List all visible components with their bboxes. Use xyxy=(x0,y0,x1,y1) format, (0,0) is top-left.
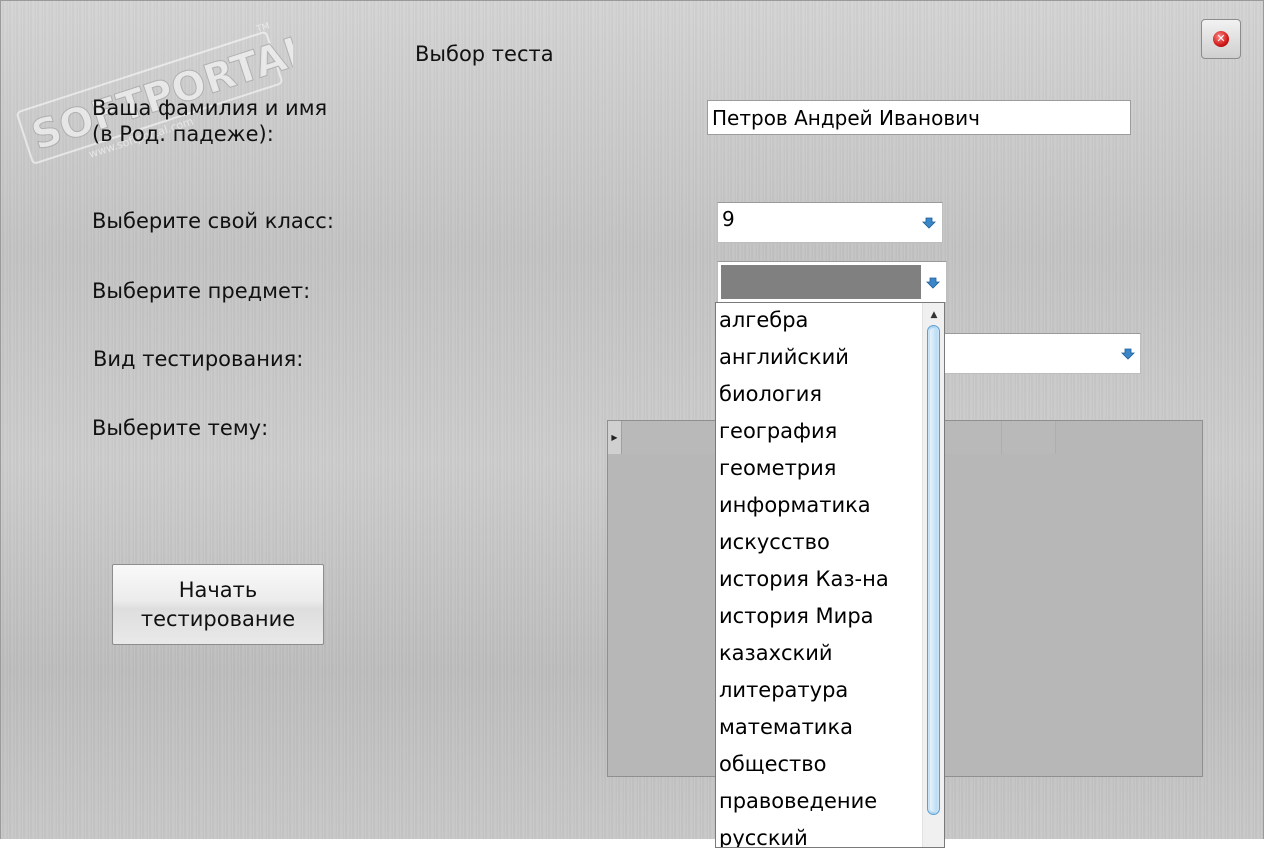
topics-grid-header-cell xyxy=(1001,421,1056,454)
dropdown-scrollbar[interactable]: ▲ xyxy=(922,303,944,847)
name-label: Ваша фамилия и имя (в Род. падеже): xyxy=(92,95,327,147)
name-label-line1: Ваша фамилия и имя xyxy=(92,96,328,120)
start-testing-button[interactable]: Начать тестирование xyxy=(112,564,324,645)
test-type-label: Вид тестирования: xyxy=(93,347,304,371)
svg-text:TM: TM xyxy=(254,21,271,35)
list-item[interactable]: география xyxy=(716,414,921,451)
close-icon: ✕ xyxy=(1213,31,1229,47)
list-item[interactable]: литература xyxy=(716,673,921,710)
scroll-thumb-grip xyxy=(930,328,937,812)
test-selection-window: SOFTPORTAL www.softportal.com TM Выбор т… xyxy=(0,0,1264,840)
bottom-fragment xyxy=(632,839,716,848)
list-item[interactable]: история Каз-на xyxy=(716,562,921,599)
chevron-down-icon[interactable] xyxy=(1119,346,1137,362)
name-label-line2: (в Род. падеже): xyxy=(92,122,274,146)
subject-label: Выберите предмет: xyxy=(92,279,311,303)
subject-dropdown-list[interactable]: алгебра английский биология география ге… xyxy=(715,302,945,848)
name-field[interactable] xyxy=(707,100,1131,135)
window-title: Выбор теста xyxy=(415,42,554,66)
scroll-thumb[interactable] xyxy=(927,325,940,815)
list-item[interactable]: математика xyxy=(716,710,921,747)
scroll-up-icon[interactable]: ▲ xyxy=(923,303,944,325)
list-item[interactable]: английский xyxy=(716,340,921,377)
chevron-down-icon[interactable] xyxy=(920,215,938,231)
class-combo[interactable]: 9 xyxy=(717,202,943,243)
chevron-down-icon[interactable] xyxy=(924,275,942,291)
list-item[interactable]: биология xyxy=(716,377,921,414)
list-item[interactable]: информатика xyxy=(716,488,921,525)
list-item[interactable]: история Мира xyxy=(716,599,921,636)
watermark-logo: SOFTPORTAL www.softportal.com TM xyxy=(16,21,293,164)
subject-options: алгебра английский биология география ге… xyxy=(716,303,921,847)
row-indicator-icon: ▶ xyxy=(608,421,622,454)
start-button-line2: тестирование xyxy=(140,606,296,631)
subject-combo[interactable] xyxy=(717,261,947,303)
start-testing-button-label: Начать тестирование xyxy=(141,576,295,634)
list-item[interactable]: геометрия xyxy=(716,451,921,488)
list-item[interactable]: общество xyxy=(716,747,921,784)
test-type-combo[interactable] xyxy=(931,333,1141,374)
start-button-line1: Начать xyxy=(178,577,258,602)
class-combo-value: 9 xyxy=(722,207,735,231)
close-button[interactable]: ✕ xyxy=(1201,19,1241,59)
topic-label: Выберите тему: xyxy=(92,416,269,440)
list-item[interactable]: правоведение xyxy=(716,784,921,821)
class-label: Выберите свой класс: xyxy=(92,209,334,233)
subject-combo-selection xyxy=(721,265,921,299)
list-item[interactable]: алгебра xyxy=(716,303,921,340)
list-item[interactable]: русский xyxy=(716,821,921,847)
list-item[interactable]: казахский xyxy=(716,636,921,673)
list-item[interactable]: искусство xyxy=(716,525,921,562)
